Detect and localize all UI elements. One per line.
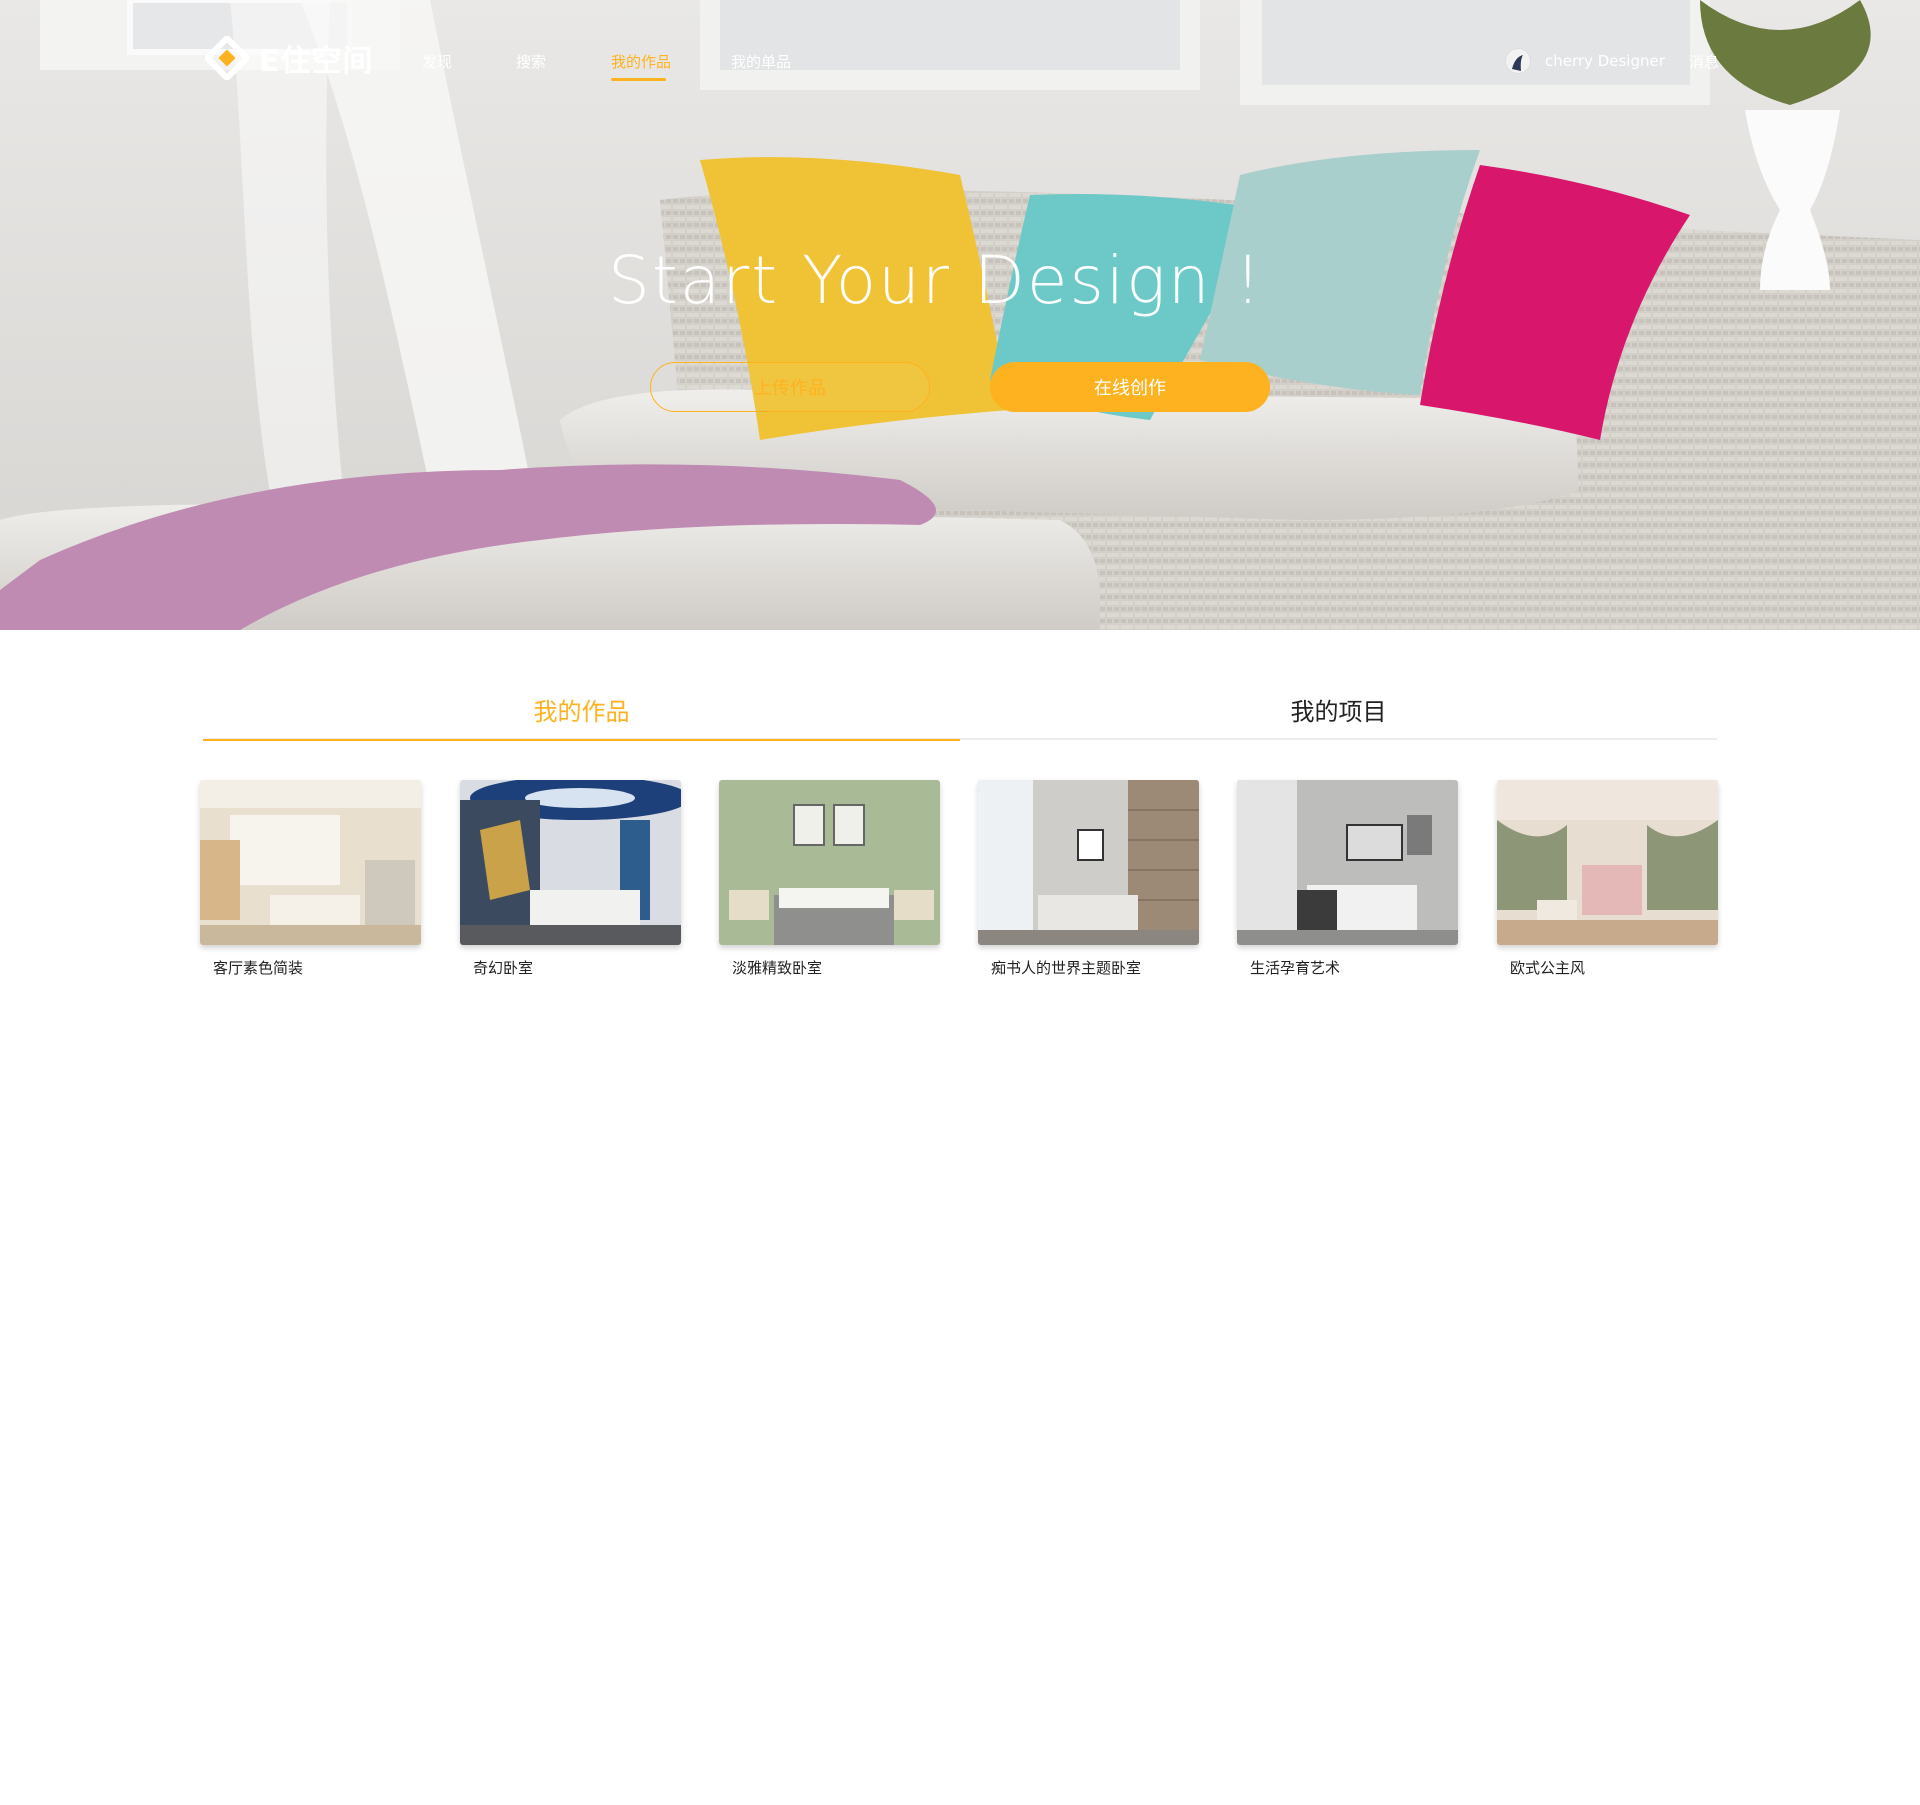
work-card[interactable]: 奇幻卧室 xyxy=(460,780,681,978)
work-title: 生活孕育艺术 xyxy=(1250,959,1341,977)
brand-logo[interactable]: E住空间 xyxy=(205,36,374,80)
nav-item-search[interactable]: 搜索 xyxy=(516,51,546,72)
diamond-logo-icon xyxy=(205,36,249,80)
work-thumbnail[interactable] xyxy=(978,780,1199,945)
brand-name: E住空间 xyxy=(259,44,374,79)
work-card[interactable]: 痴书人的世界主题卧室 xyxy=(978,780,1199,978)
work-title: 痴书人的世界主题卧室 xyxy=(991,959,1142,977)
user-name[interactable]: cherry Designer xyxy=(1545,52,1665,70)
tab-my-projects[interactable]: 我的项目 xyxy=(960,680,1717,740)
nav-item-my-products[interactable]: 我的单品 xyxy=(731,51,791,72)
tab-my-works[interactable]: 我的作品 xyxy=(203,680,960,741)
work-card[interactable]: 客厅素色简装 xyxy=(200,780,421,978)
work-card[interactable]: 淡雅精致卧室 xyxy=(719,780,940,978)
work-thumbnail[interactable] xyxy=(460,780,681,945)
content-tabs: 我的作品 我的项目 xyxy=(203,680,1717,741)
work-card[interactable]: 欧式公主风 xyxy=(1497,780,1718,978)
nav-item-my-works[interactable]: 我的作品 xyxy=(611,51,671,72)
nav-item-discover[interactable]: 发现 xyxy=(422,51,452,72)
work-thumbnail[interactable] xyxy=(200,780,421,945)
work-thumbnail[interactable] xyxy=(1497,780,1718,945)
work-card[interactable]: 生活孕育艺术 xyxy=(1237,780,1458,978)
work-title: 客厅素色简装 xyxy=(213,959,304,977)
hero-title: Start Your Design ! xyxy=(607,242,1264,319)
work-title: 淡雅精致卧室 xyxy=(732,959,823,977)
hero-banner: E住空间 发现 搜索 我的作品 我的单品 cherry Designer 消息 … xyxy=(0,0,1920,630)
work-thumbnail[interactable] xyxy=(1237,780,1458,945)
user-menu[interactable]: cherry Designer xyxy=(1505,48,1665,74)
user-avatar[interactable] xyxy=(1505,48,1531,74)
top-nav: E住空间 发现 搜索 我的作品 我的单品 cherry Designer 消息 xyxy=(0,0,1920,120)
work-title: 欧式公主风 xyxy=(1510,959,1586,977)
nav-active-indicator xyxy=(611,78,666,81)
work-thumbnail[interactable] xyxy=(719,780,940,945)
upload-work-button[interactable]: 上传作品 xyxy=(650,362,930,412)
work-title: 奇幻卧室 xyxy=(473,959,534,977)
online-create-button[interactable]: 在线创作 xyxy=(990,362,1270,412)
messages-link[interactable]: 消息 xyxy=(1689,51,1719,72)
